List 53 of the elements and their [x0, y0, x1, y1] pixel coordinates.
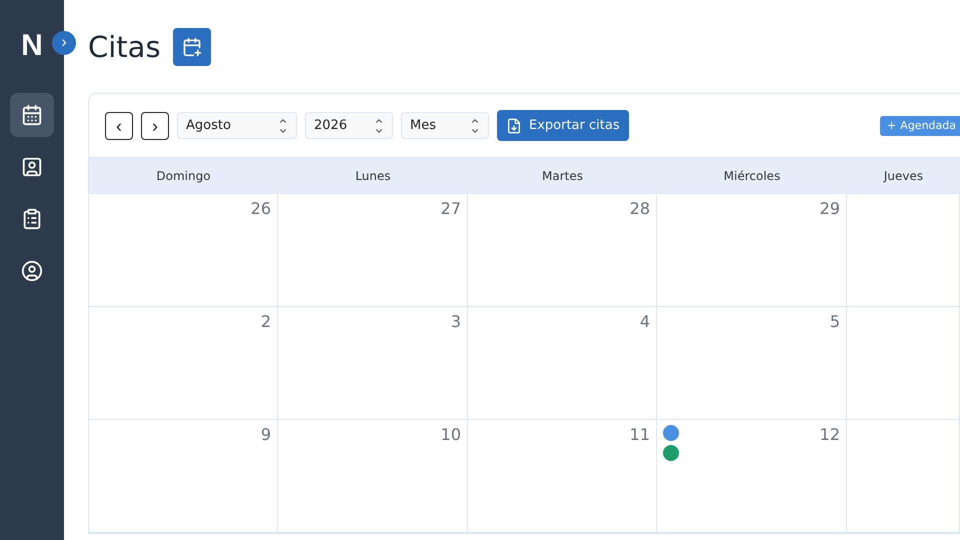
day-number: 11 — [630, 425, 650, 446]
day-number: 10 — [440, 425, 461, 446]
file-download-icon — [506, 118, 522, 134]
month-select[interactable]: Agosto — [177, 112, 297, 139]
logo: N — [21, 28, 43, 64]
day-cell[interactable]: 9 — [89, 420, 278, 533]
view-select[interactable]: Mes — [401, 112, 489, 139]
status-button[interactable]: Agendada — [880, 116, 960, 136]
event-dot[interactable] — [663, 445, 679, 461]
day-number: 29 — [820, 199, 840, 220]
day-cell[interactable]: 28 — [468, 194, 657, 307]
day-number: 5 — [830, 312, 840, 333]
contact-book-icon — [21, 156, 43, 178]
weekday-header: Lunes — [278, 157, 468, 194]
day-number: 9 — [260, 425, 271, 446]
day-cell[interactable]: 26 — [89, 194, 278, 307]
nav-item[interactable] — [10, 93, 54, 137]
day-number: 27 — [440, 199, 461, 220]
add-appointment-button[interactable] — [172, 28, 211, 66]
day-cell[interactable] — [847, 307, 960, 420]
day-number: 26 — [250, 199, 271, 220]
day-number: 28 — [630, 199, 650, 220]
weekday-header: Miércoles — [657, 157, 847, 194]
day-number: 12 — [820, 425, 840, 446]
clipboard-icon — [21, 208, 43, 230]
day-cell[interactable]: 12 — [657, 420, 847, 533]
day-cell[interactable]: 10 — [278, 420, 468, 533]
expand-button[interactable]: › — [52, 31, 76, 55]
day-cell[interactable]: 3 — [278, 307, 468, 420]
year-select[interactable]: 2026 — [305, 112, 393, 139]
export-button[interactable]: Exportar citas — [497, 110, 629, 141]
next-button[interactable]: › — [141, 112, 169, 140]
calendar-icon — [21, 104, 43, 126]
day-cell[interactable]: 29 — [657, 194, 847, 307]
weekday-header: Jueves — [847, 157, 960, 194]
page-title: Citas — [88, 30, 161, 64]
previous-button[interactable]: ‹ — [105, 112, 133, 140]
user-circle-icon — [21, 260, 43, 282]
weekday-header: Domingo — [89, 157, 278, 194]
day-cell[interactable]: 27 — [278, 194, 468, 307]
day-cell[interactable]: 4 — [468, 307, 657, 420]
day-number: 4 — [640, 312, 650, 333]
day-cell[interactable] — [847, 194, 960, 307]
weekday-header: Martes — [468, 157, 657, 194]
day-cell[interactable]: 5 — [657, 307, 847, 420]
day-cell[interactable]: 11 — [468, 420, 657, 533]
day-cell[interactable] — [847, 420, 960, 533]
plus-icon — [886, 120, 898, 131]
day-number: 3 — [450, 312, 461, 333]
event-dot[interactable] — [663, 425, 679, 441]
day-number: 2 — [260, 312, 271, 333]
calendar-plus-icon — [182, 37, 202, 57]
day-cell[interactable]: 2 — [89, 307, 278, 420]
